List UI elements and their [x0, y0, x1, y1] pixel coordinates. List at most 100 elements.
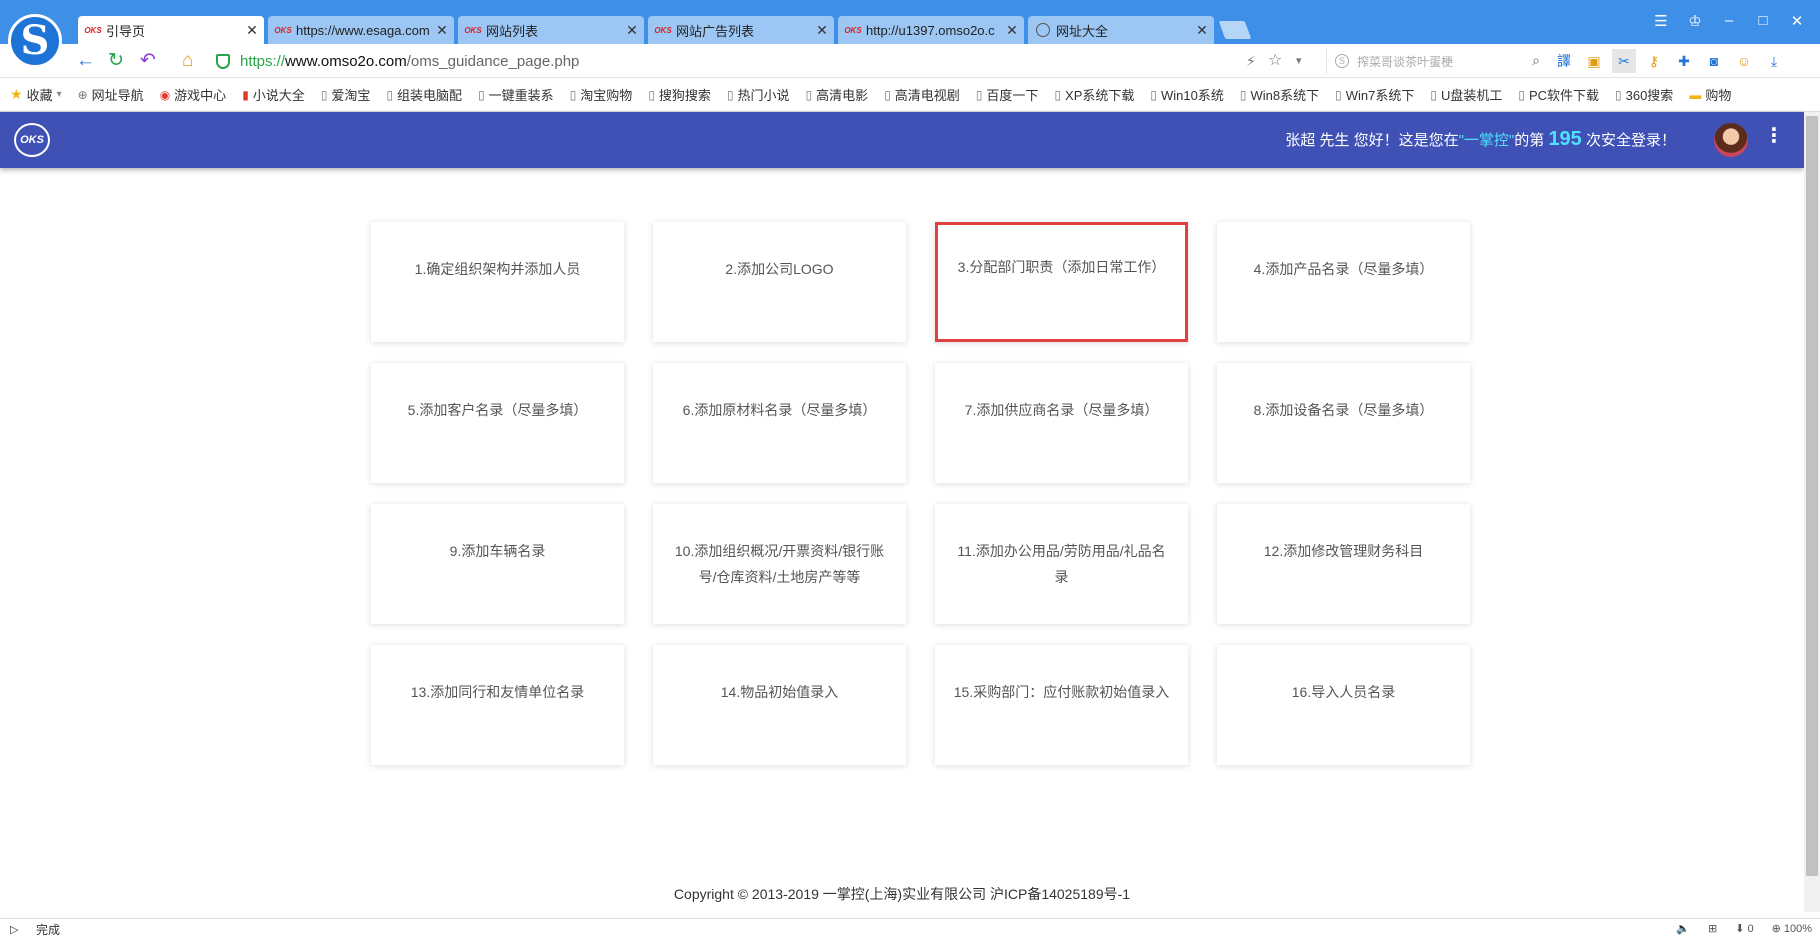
undo-icon[interactable]: ↶ — [140, 50, 156, 72]
bookmark-item[interactable]: ▬ 购物 — [1689, 85, 1731, 104]
download-icon[interactable]: ⤓ — [1762, 49, 1786, 73]
guidance-card-4[interactable]: 4.添加产品名录（尽量多填） — [1217, 222, 1470, 342]
bookmark-item[interactable]: ▯ 高清电影 — [806, 85, 869, 104]
close-icon[interactable]: ✕ — [810, 22, 834, 39]
guidance-card-12[interactable]: 12.添加修改管理财务科目 — [1217, 504, 1470, 624]
zoom-level[interactable]: ⊕ 100% — [1772, 922, 1812, 935]
guidance-card-7[interactable]: 7.添加供应商名录（尽量多填） — [935, 363, 1188, 483]
bookmark-item[interactable]: ▯ 热门小说 — [727, 85, 790, 104]
clipboard-icon[interactable]: ▣ — [1582, 49, 1606, 73]
guidance-card-8[interactable]: 8.添加设备名录（尽量多填） — [1217, 363, 1470, 483]
bookmark-item[interactable]: ▯ 搜狗搜索 — [648, 85, 711, 104]
menu-icon[interactable]: ☰ — [1644, 12, 1678, 30]
bookmark-item[interactable]: ★ 收藏 ▾ — [10, 85, 62, 104]
tab-0[interactable]: OKS 引导页 ✕ — [78, 16, 264, 44]
chevron-down-icon[interactable]: ▾ — [57, 89, 62, 100]
bookmark-label: 高清电影 — [816, 88, 869, 103]
bookmark-item[interactable]: ▯ Win7系统下 — [1335, 85, 1414, 104]
guidance-card-13[interactable]: 13.添加同行和友情单位名录 — [371, 645, 624, 765]
tab-3[interactable]: OKS 网站广告列表 ✕ — [648, 16, 834, 44]
bookmark-item[interactable]: ▯ Win8系统下 — [1240, 85, 1319, 104]
volume-icon[interactable]: 🔈 — [1676, 922, 1690, 935]
oks-favicon-icon: OKS — [844, 25, 862, 35]
guidance-card-14[interactable]: 14.物品初始值录入 — [653, 645, 906, 765]
play-icon[interactable]: ▷ — [10, 923, 24, 936]
bookmark-item[interactable]: ▯ 爱淘宝 — [321, 85, 371, 104]
lightning-icon[interactable]: ⚡ — [1246, 50, 1256, 72]
tab-5[interactable]: 网址大全 ✕ — [1028, 16, 1214, 44]
close-icon[interactable]: ✕ — [620, 22, 644, 39]
tab-1[interactable]: OKS https://www.esaga.com ✕ — [268, 16, 454, 44]
search-icon[interactable]: ⌕ — [1532, 52, 1540, 69]
guidance-card-label: 1.确定组织架构并添加人员 — [414, 261, 581, 277]
greeting-mid: 的第 — [1514, 132, 1545, 149]
guidance-card-16[interactable]: 16.导入人员名录 — [1217, 645, 1470, 765]
close-window-icon[interactable]: ✕ — [1780, 12, 1814, 30]
guidance-card-15[interactable]: 15.采购部门：应付账款初始值录入 — [935, 645, 1188, 765]
bookmark-item[interactable]: ▯ PC软件下载 — [1518, 85, 1599, 104]
scissors-icon[interactable]: ✂ — [1612, 49, 1636, 73]
more-menu-icon[interactable]: ⋮ — [1764, 126, 1784, 146]
guidance-card-label: 14.物品初始值录入 — [720, 684, 839, 700]
status-bar: ▷ 完成 🔈 ⊞ ⬇ 0 ⊕ 100% — [0, 918, 1820, 940]
screenshot-icon[interactable]: ◙ — [1702, 49, 1726, 73]
guidance-card-6[interactable]: 6.添加原材料名录（尽量多填） — [653, 363, 906, 483]
browser-logo-icon[interactable]: S — [8, 14, 62, 68]
home-icon[interactable]: ⌂ — [182, 50, 193, 72]
guidance-card-10[interactable]: 10.添加组织概况/开票资料/银行账号/仓库资料/土地房产等等 — [653, 504, 906, 624]
bookmark-item[interactable]: ⊕ 网址导航 — [78, 85, 144, 104]
guidance-card-3[interactable]: 3.分配部门职责（添加日常工作） — [935, 222, 1188, 342]
bookmark-item[interactable]: ▮ 小说大全 — [242, 85, 305, 104]
favorite-star-icon[interactable]: ☆ — [1268, 50, 1282, 72]
guidance-card-1[interactable]: 1.确定组织架构并添加人员 — [371, 222, 624, 342]
oks-logo[interactable]: OKS — [14, 123, 50, 157]
bookmark-item[interactable]: ▯ 360搜索 — [1615, 85, 1673, 104]
search-input[interactable]: S 搾菜哥谈茶叶蛋梗 ⌕ — [1326, 48, 1546, 74]
address-bar[interactable]: https:// www.omso2o.com /oms_guidance_pa… — [216, 49, 1316, 73]
chevron-down-icon[interactable]: ▾ — [1296, 50, 1302, 72]
bookmark-item[interactable]: ◉ 游戏中心 — [160, 85, 227, 104]
download-status[interactable]: ⬇ 0 — [1735, 922, 1753, 935]
bookmark-item[interactable]: ▯ U盘装机工 — [1430, 85, 1502, 104]
page-icon: ▯ — [1054, 87, 1062, 102]
bookmark-item[interactable]: ▯ Win10系统 — [1150, 85, 1223, 104]
bookmark-label: XP系统下载 — [1065, 88, 1135, 103]
scrollbar-thumb[interactable] — [1806, 116, 1818, 876]
bookmark-label: 360搜索 — [1625, 88, 1674, 103]
bookmark-label: U盘装机工 — [1440, 88, 1503, 103]
puzzle-icon[interactable]: ✚ — [1672, 49, 1696, 73]
close-icon[interactable]: ✕ — [1190, 22, 1214, 39]
emoji-icon[interactable]: ☺ — [1732, 49, 1756, 73]
bookmark-item[interactable]: ▯ 一键重装系 — [478, 85, 554, 104]
lock-icon[interactable]: ⊞ — [1708, 922, 1717, 935]
tab-2[interactable]: OKS 网站列表 ✕ — [458, 16, 644, 44]
brand-name: "一掌控" — [1458, 132, 1515, 149]
close-icon[interactable]: ✕ — [240, 22, 264, 39]
bookmark-item[interactable]: ▯ 高清电视剧 — [884, 85, 960, 104]
new-tab-button[interactable] — [1218, 21, 1252, 39]
guidance-card-2[interactable]: 2.添加公司LOGO — [653, 222, 906, 342]
guidance-card-5[interactable]: 5.添加客户名录（尽量多填） — [371, 363, 624, 483]
guidance-card-11[interactable]: 11.添加办公用品/劳防用品/礼品名录 — [935, 504, 1188, 624]
minimize-icon[interactable]: – — [1712, 12, 1746, 30]
translate-icon[interactable]: 譯 — [1552, 49, 1576, 73]
bookmark-label: 游戏中心 — [174, 88, 227, 103]
maximize-icon[interactable]: □ — [1746, 12, 1780, 30]
refresh-icon[interactable]: ↻ — [108, 50, 124, 72]
guidance-card-9[interactable]: 9.添加车辆名录 — [371, 504, 624, 624]
close-icon[interactable]: ✕ — [1000, 22, 1024, 39]
bookmark-item[interactable]: ▯ XP系统下载 — [1054, 85, 1134, 104]
tab-title: https://www.esaga.com — [296, 22, 430, 38]
avatar[interactable] — [1714, 123, 1748, 157]
tab-4[interactable]: OKS http://u1397.omso2o.c ✕ — [838, 16, 1024, 44]
back-icon[interactable]: ← — [76, 50, 95, 72]
guidance-card-label: 4.添加产品名录（尽量多填） — [1253, 261, 1434, 277]
bookmark-item[interactable]: ▯ 百度一下 — [976, 85, 1039, 104]
vertical-scrollbar[interactable] — [1804, 112, 1820, 912]
key-icon[interactable]: ⚷ — [1642, 49, 1666, 73]
close-icon[interactable]: ✕ — [430, 22, 454, 39]
guidance-card-label: 16.导入人员名录 — [1291, 684, 1396, 700]
bookmark-item[interactable]: ▯ 淘宝购物 — [570, 85, 633, 104]
skin-icon[interactable]: ♔ — [1678, 12, 1712, 30]
bookmark-item[interactable]: ▯ 组装电脑配 — [386, 85, 462, 104]
